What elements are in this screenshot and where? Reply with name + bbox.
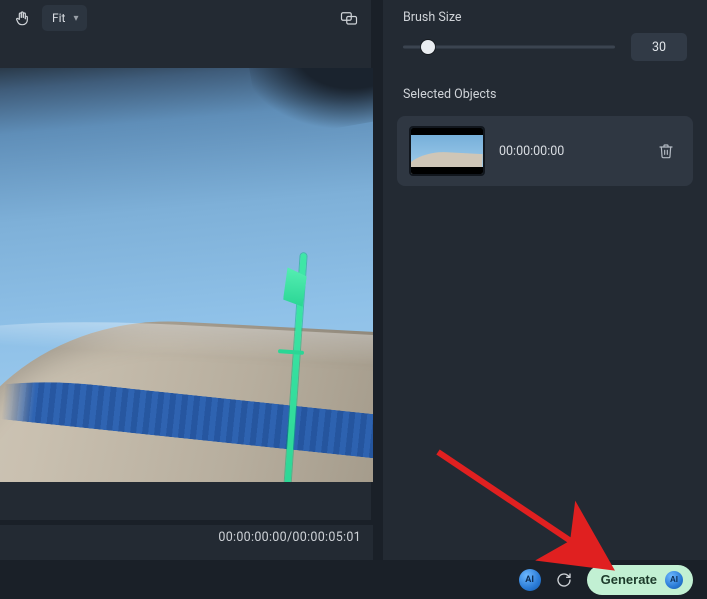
scrub-track[interactable]: [0, 520, 373, 525]
generate-button-label: Generate: [601, 572, 657, 587]
inspector-panel: Brush Size 30 Selected Objects 00:00:00:…: [383, 0, 707, 560]
delete-object-button[interactable]: [651, 136, 681, 166]
slider-thumb[interactable]: [421, 40, 435, 54]
zoom-select[interactable]: Fit ▾: [42, 5, 87, 31]
timeline-bar[interactable]: 00:00:00:00/00:00:05:01: [0, 520, 373, 560]
video-preview[interactable]: [0, 68, 373, 482]
brush-size-label: Brush Size: [383, 0, 707, 25]
ai-badge-text: AI: [525, 575, 534, 585]
hand-icon: [14, 10, 30, 26]
preview-toolbar: Fit ▾: [0, 0, 371, 36]
brush-size-control: 30: [383, 25, 707, 61]
trash-icon: [658, 143, 674, 159]
hand-tool-button[interactable]: [8, 5, 36, 31]
timecode-display: 00:00:00:00/00:00:05:01: [218, 530, 361, 545]
chevron-down-icon: ▾: [73, 13, 78, 24]
action-bar: AI Generate AI: [0, 560, 707, 599]
compare-button[interactable]: [335, 5, 363, 31]
ai-icon: AI: [665, 571, 683, 589]
ai-badge[interactable]: AI: [519, 569, 541, 591]
object-thumbnail: [409, 126, 485, 176]
selected-objects-label: Selected Objects: [383, 61, 707, 112]
selected-object-item[interactable]: 00:00:00:00: [397, 116, 693, 186]
preview-panel: Fit ▾ 00:00:00:00/00:00:05:01: [0, 0, 373, 560]
refresh-button[interactable]: [553, 569, 575, 591]
refresh-icon: [556, 572, 572, 588]
brush-size-value[interactable]: 30: [631, 33, 687, 61]
compare-icon: [340, 10, 358, 26]
zoom-select-label: Fit: [52, 11, 65, 25]
toolbar-left-group: Fit ▾: [8, 5, 87, 31]
generate-button[interactable]: Generate AI: [587, 565, 693, 595]
object-timecode: 00:00:00:00: [499, 144, 637, 159]
brush-size-slider[interactable]: [403, 37, 615, 57]
preview-frame: [0, 68, 373, 482]
